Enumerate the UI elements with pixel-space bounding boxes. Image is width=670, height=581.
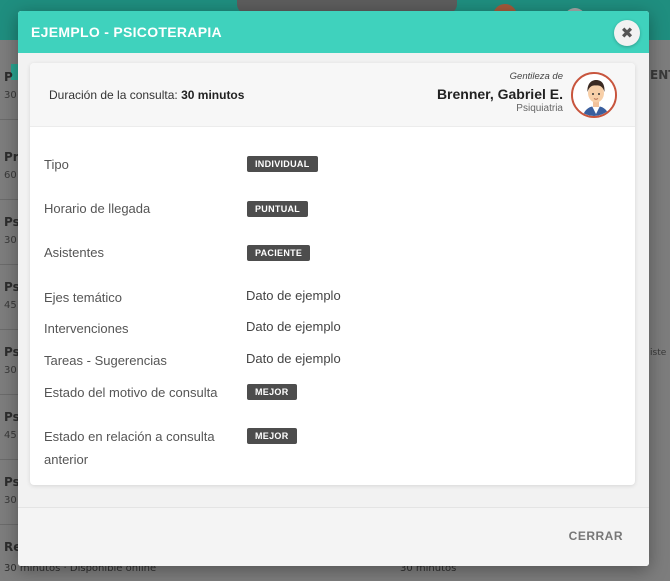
status-badge-estado-relacion: MEJOR [247, 428, 297, 444]
status-badge-estado-motivo: MEJOR [247, 384, 297, 400]
modal-body: Duración de la consulta: 30 minutos Gent… [18, 53, 649, 507]
close-button[interactable]: ✖ [614, 20, 640, 46]
field-label-asistentes: Asistentes [44, 245, 104, 260]
field-value-ejes: Dato de ejemplo [246, 288, 341, 303]
doctor-avatar [571, 72, 617, 118]
background-right-header: ENT [650, 68, 670, 82]
background-service-card: Pr 60 [0, 142, 19, 200]
background-card-sub: 45 [4, 430, 17, 441]
status-badge-tipo: INDIVIDUAL [247, 156, 318, 172]
background-card-title: P [4, 70, 13, 84]
field-label-ejes: Ejes temático [44, 290, 123, 305]
modal-title: EJEMPLO - PSICOTERAPIA [31, 24, 222, 40]
background-right-column: ENT iste [650, 62, 670, 581]
duration-label: Duración de la consulta: [49, 88, 178, 102]
avatar-icon [573, 74, 615, 116]
background-card-sub: 30 [4, 495, 17, 506]
background-service-card: Ps 45 [0, 272, 20, 330]
field-label-tareas: Tareas - Sugerencias [44, 353, 167, 368]
close-icon: ✖ [620, 24, 634, 42]
background-card-sub: 60 [4, 170, 17, 181]
doctor-info: Gentileza de Brenner, Gabriel E. Psiquia… [437, 71, 563, 114]
detail-card-header: Duración de la consulta: 30 minutos Gent… [30, 63, 635, 127]
background-card-title: Pr [4, 150, 19, 164]
background-service-list: P 30 Pr 60 Ps 30 Ps 45 Ps 30 Ps 45 Ps 30… [0, 62, 21, 581]
duration-value: 30 minutos [181, 88, 245, 102]
service-detail-modal: EJEMPLO - PSICOTERAPIA ✖ Duración de la … [18, 11, 649, 566]
doctor-name: Brenner, Gabriel E. [436, 86, 563, 102]
background-card-sub: 30 [4, 235, 17, 246]
background-card-sub: 30 [4, 365, 17, 376]
field-label-intervenciones: Intervenciones [44, 321, 129, 336]
background-service-card: Ps 30 [0, 337, 20, 395]
background-card-sub: 45 [4, 300, 17, 311]
field-label-tipo: Tipo [44, 157, 69, 172]
field-label-estado-motivo: Estado del motivo de consulta [44, 385, 218, 400]
cerrar-button[interactable]: CERRAR [569, 529, 623, 543]
background-service-card: P 30 [0, 62, 18, 120]
field-label-horario: Horario de llegada [44, 201, 151, 216]
field-value-tareas: Dato de ejemplo [246, 351, 341, 366]
background-right-text: iste [650, 348, 667, 358]
modal-footer: CERRAR [18, 507, 649, 566]
duration-info: Duración de la consulta: 30 minutos [49, 88, 244, 102]
background-service-card: Ps 45 [0, 402, 20, 460]
field-label-estado-relacion-cont: anterior [44, 452, 89, 467]
courtesy-label: Gentileza de [509, 71, 563, 82]
detail-card: Duración de la consulta: 30 minutos Gent… [30, 63, 635, 485]
status-badge-asistentes: PACIENTE [247, 245, 311, 261]
status-badge-horario: PUNTUAL [247, 201, 309, 217]
field-value-intervenciones: Dato de ejemplo [246, 319, 341, 334]
doctor-specialty: Psiquiatria [516, 103, 563, 114]
background-service-card: Ps 30 [0, 207, 20, 265]
background-service-card: Ps 30 [0, 467, 20, 525]
field-label-estado-relacion: Estado en relación a consulta [44, 429, 215, 444]
background-card-sub: 30 [4, 90, 17, 101]
modal-header: EJEMPLO - PSICOTERAPIA ✖ [18, 11, 649, 53]
